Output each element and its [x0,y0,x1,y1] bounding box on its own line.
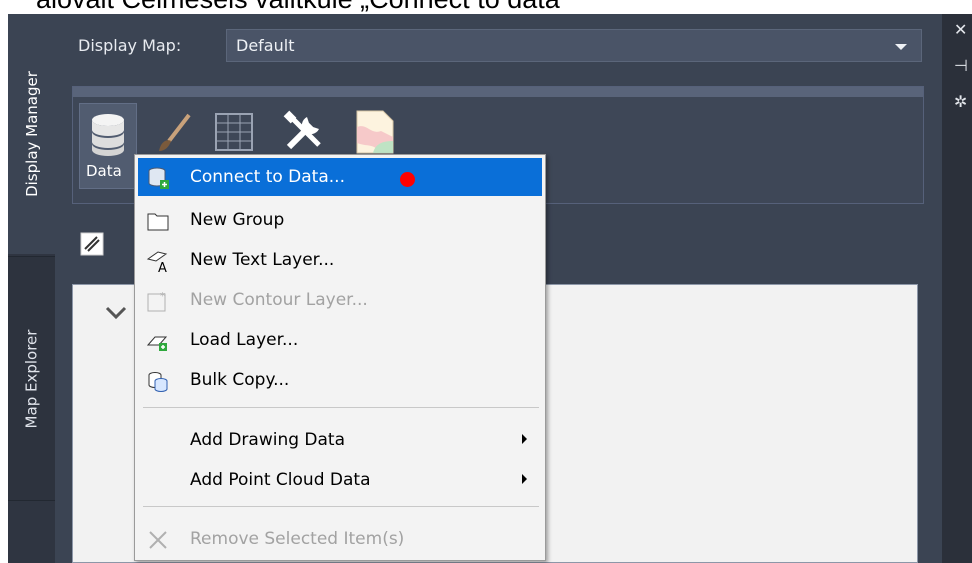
caption-text: alovalt Celmeseis valitkule „Connect to … [0,0,972,14]
brush-icon[interactable] [153,111,193,155]
menu-item-connect-label: Connect to Data... [190,167,345,187]
layer-style-icon[interactable] [80,232,104,256]
menu-item-bulk-copy[interactable]: Bulk Copy... [138,361,542,399]
database-icon [92,114,124,156]
folder-icon [147,213,169,231]
display-map-value: Default [236,36,295,55]
data-context-menu: Connect to Data... New Group A New Text … [134,154,546,561]
menu-item-add-point-cloud-data[interactable]: Add Point Cloud Data [138,461,542,499]
submenu-arrow-icon [522,474,527,484]
menu-separator [143,506,539,507]
remove-icon [149,531,167,549]
menu-item-add-drawing-data-label: Add Drawing Data [190,430,346,450]
palette-side-strip: ✕ ⊣ ✲ [942,14,972,563]
menu-item-bulk-copy-label: Bulk Copy... [190,370,290,390]
menu-item-new-text-layer[interactable]: A New Text Layer... [138,241,542,279]
svg-text:*: * [160,291,165,302]
data-button[interactable]: Data [79,103,137,189]
marker-dot [400,172,415,187]
table-icon[interactable] [213,111,255,153]
display-map-label: Display Map: [78,36,182,55]
submenu-arrow-icon [522,434,527,444]
menu-item-new-text-layer-label: New Text Layer... [190,250,335,270]
bulk-copy-icon [148,372,168,392]
menu-item-new-group[interactable]: New Group [138,201,542,239]
menu-item-add-point-cloud-data-label: Add Point Cloud Data [190,470,371,490]
tab-display-manager-label: Display Manager [22,71,41,197]
tools-icon[interactable] [281,109,327,155]
menu-item-load-layer[interactable]: Load Layer... [138,321,542,359]
menu-item-new-contour-layer[interactable]: * New Contour Layer... [138,281,542,319]
tab-map-explorer[interactable]: Map Explorer [8,256,55,501]
menu-item-new-group-label: New Group [190,210,285,230]
svg-text:A: A [158,261,167,273]
tab-display-manager[interactable]: Display Manager [8,14,55,254]
load-layer-icon [146,336,168,351]
tab-map-explorer-label: Map Explorer [22,329,41,428]
menu-item-remove-selected[interactable]: Remove Selected Item(s) [138,520,542,558]
menu-item-new-contour-layer-label: New Contour Layer... [190,290,368,310]
menu-item-load-layer-label: Load Layer... [190,330,299,350]
text-layer-icon: A [146,251,168,273]
map-icon[interactable] [353,107,397,157]
menu-separator [143,407,539,408]
menu-item-connect-to-data[interactable]: Connect to Data... [138,158,542,196]
settings-icon[interactable]: ✲ [954,94,967,110]
menu-item-add-drawing-data[interactable]: Add Drawing Data [138,421,542,459]
close-icon[interactable]: ✕ [954,22,967,38]
pin-icon[interactable]: ⊣ [954,58,968,74]
contour-layer-icon: * [147,291,166,312]
database-connect-icon [148,167,169,189]
vertical-tab-strip: Display Manager Map Explorer [8,14,55,563]
chevron-down-icon[interactable] [105,305,127,321]
menu-item-remove-selected-label: Remove Selected Item(s) [190,529,405,549]
data-button-label: Data [86,162,122,180]
display-map-select[interactable]: Default [226,29,922,62]
chevron-down-icon [895,44,907,50]
ribbon-header-bar [73,87,923,97]
